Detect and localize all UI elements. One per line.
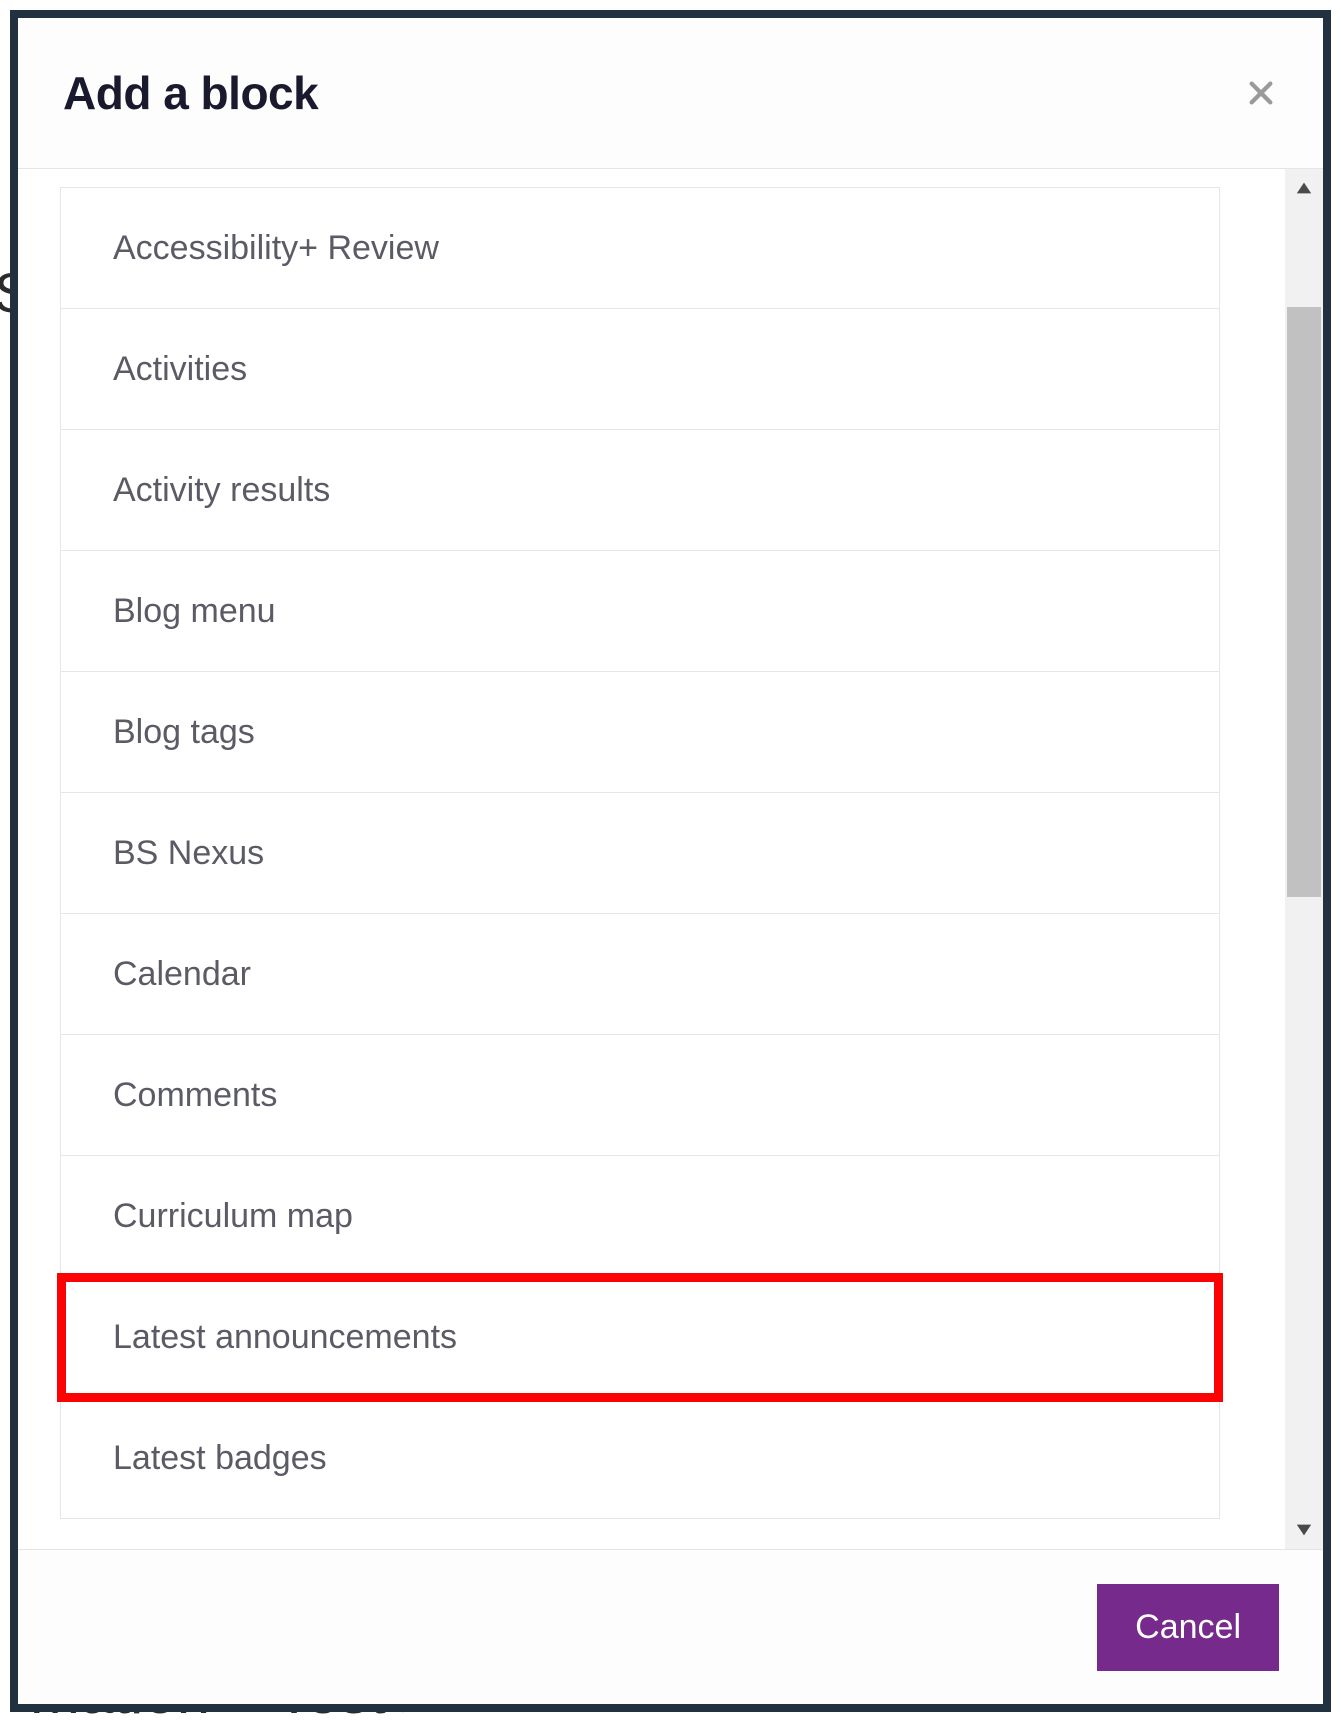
chevron-up-icon <box>1295 179 1313 197</box>
scroll-up-button[interactable] <box>1285 169 1323 207</box>
close-icon <box>1245 77 1277 109</box>
block-option-label: BS Nexus <box>113 834 264 873</box>
cancel-button[interactable]: Cancel <box>1097 1584 1279 1671</box>
modal-body: Accessibility+ Review Activities Activity … <box>18 169 1323 1549</box>
block-option[interactable]: Blog menu <box>61 551 1219 672</box>
scroll-down-button[interactable] <box>1285 1511 1323 1549</box>
chevron-down-icon <box>1295 1521 1313 1539</box>
block-option-label: Calendar <box>113 955 251 994</box>
block-list: Accessibility+ Review Activities Activity … <box>60 187 1220 1519</box>
modal-header: Add a block <box>18 18 1323 169</box>
block-option[interactable]: Accessibility+ Review <box>61 188 1219 309</box>
scrollbar-thumb[interactable] <box>1287 307 1321 897</box>
scrollbar[interactable] <box>1285 169 1323 1549</box>
block-option-label: Accessibility+ Review <box>113 229 439 268</box>
block-option[interactable]: Latest announcements <box>61 1277 1219 1398</box>
block-option-label: Activities <box>113 350 247 389</box>
block-list-scroll: Accessibility+ Review Activities Activity … <box>18 169 1284 1549</box>
block-option-label: Blog tags <box>113 713 255 752</box>
block-option-label: Blog menu <box>113 592 276 631</box>
modal-footer: Cancel <box>18 1549 1323 1704</box>
block-option[interactable]: Blog tags <box>61 672 1219 793</box>
block-option[interactable]: Calendar <box>61 914 1219 1035</box>
block-option[interactable]: Latest badges <box>61 1398 1219 1519</box>
add-block-modal: Add a block Accessibility+ Review Activit… <box>10 10 1331 1712</box>
scrollbar-track[interactable] <box>1285 207 1323 1511</box>
block-option[interactable]: Comments <box>61 1035 1219 1156</box>
block-option-label: Curriculum map <box>113 1197 353 1236</box>
close-button[interactable] <box>1239 71 1283 115</box>
block-option[interactable]: BS Nexus <box>61 793 1219 914</box>
block-option[interactable]: Activities <box>61 309 1219 430</box>
block-option[interactable]: Curriculum map <box>61 1156 1219 1277</box>
block-option-label: Comments <box>113 1076 277 1115</box>
block-option-label: Activity results <box>113 471 330 510</box>
block-option-label: Latest badges <box>113 1439 327 1478</box>
modal-title: Add a block <box>63 66 318 120</box>
block-option-label: Latest announcements <box>113 1318 457 1357</box>
block-option[interactable]: Activity results <box>61 430 1219 551</box>
